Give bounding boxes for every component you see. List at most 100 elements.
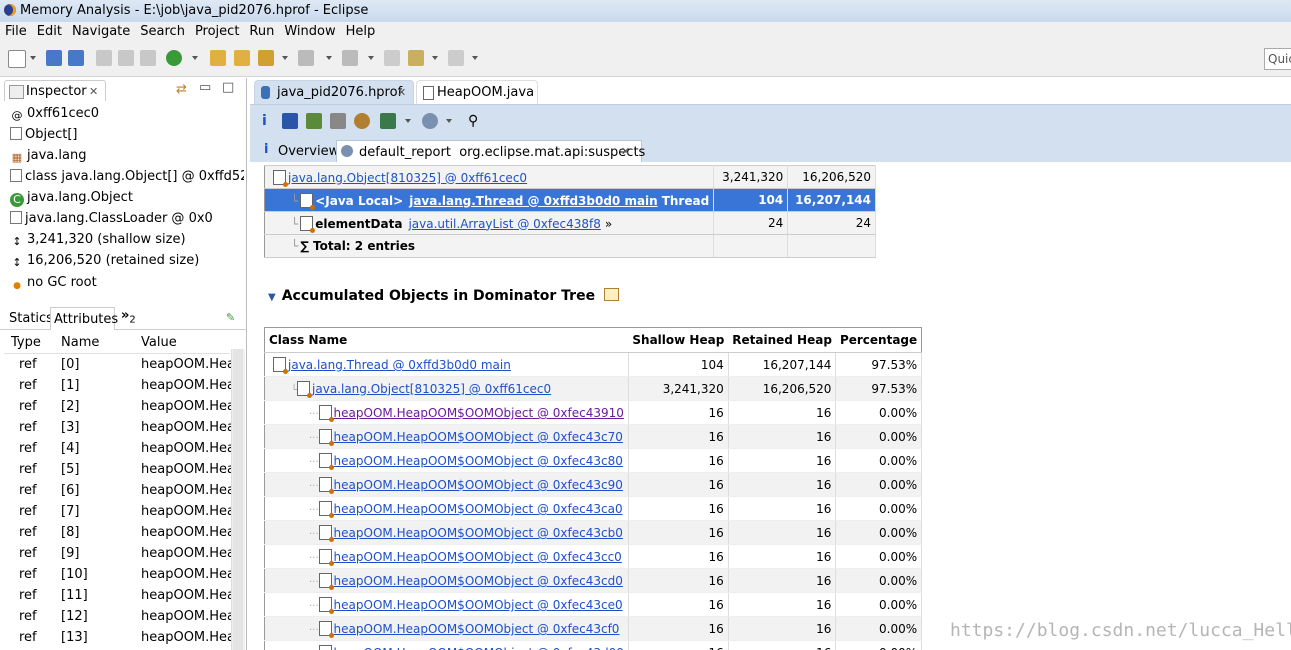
object-link[interactable]: java.lang.Thread @ 0xffd3b0d0 main xyxy=(409,194,657,208)
quick-access-input[interactable]: Quic xyxy=(1264,48,1291,70)
attributes-scrollbar[interactable] xyxy=(231,349,245,650)
attribute-row[interactable]: ref [4] heapOOM.Hea xyxy=(4,438,235,459)
close-icon[interactable]: ✕ xyxy=(89,85,98,98)
attribute-row[interactable]: ref [9] heapOOM.Hea xyxy=(4,543,235,564)
query-browser-icon[interactable] xyxy=(422,113,438,129)
close-icon[interactable]: ✕ xyxy=(621,145,630,158)
dominator-row[interactable]: ··· heapOOM.HeapOOM$OOMObject @ 0xfec43cf… xyxy=(264,616,923,641)
dominator-row[interactable]: └ java.lang.Object[810325] @ 0xff61cec0 3,… xyxy=(264,376,923,401)
tab-heapoom-java[interactable]: HeapOOM.java xyxy=(416,80,538,105)
oql-icon[interactable] xyxy=(330,113,346,129)
attribute-row[interactable]: ref [10] heapOOM.Hea xyxy=(4,564,235,585)
open-file-icon[interactable] xyxy=(234,50,250,66)
next-annotation-icon[interactable] xyxy=(298,50,314,66)
last-edit-icon[interactable] xyxy=(384,50,400,66)
dominator-row[interactable]: ··· heapOOM.HeapOOM$OOMObject @ 0xfec43c7… xyxy=(264,424,923,449)
save-icon[interactable] xyxy=(46,50,62,66)
more-tabs-icon[interactable]: »2 xyxy=(121,308,136,326)
annotation-dropdown-icon[interactable] xyxy=(326,56,332,60)
dominator-row[interactable]: ··· heapOOM.HeapOOM$OOMObject @ 0xfec43cd… xyxy=(264,568,923,593)
column-percentage[interactable]: Percentage xyxy=(835,327,922,353)
inspector-type-row[interactable]: Object[] xyxy=(10,127,244,147)
menu-edit[interactable]: Edit xyxy=(32,22,67,39)
save-all-icon[interactable] xyxy=(68,50,84,66)
minimize-icon[interactable]: ▭ xyxy=(199,80,211,95)
dominator-row[interactable]: ··· heapOOM.HeapOOM$OOMObject @ 0xfec43ce… xyxy=(264,592,923,617)
histogram-icon[interactable] xyxy=(282,113,298,129)
object-link[interactable]: heapOOM.HeapOOM$OOMObject @ 0xfec43c70 xyxy=(334,430,623,444)
attribute-row[interactable]: ref [6] heapOOM.Hea xyxy=(4,480,235,501)
inspector-address-row[interactable]: @0xff61cec0 xyxy=(10,106,244,126)
print-icon[interactable] xyxy=(96,50,112,66)
tool-dropdown-icon[interactable] xyxy=(282,56,288,60)
object-link[interactable]: heapOOM.HeapOOM$OOMObject @ 0xfec43cd0 xyxy=(334,574,623,588)
dominator-row[interactable]: ··· heapOOM.HeapOOM$OOMObject @ 0xfec43c9… xyxy=(264,472,923,497)
dominator-row[interactable]: ··· heapOOM.HeapOOM$OOMObject @ 0xfec43ca… xyxy=(264,496,923,521)
thread-overview-icon[interactable] xyxy=(354,113,370,129)
link-with-editor-icon[interactable]: ⇄ xyxy=(176,82,187,97)
scrollbar-thumb[interactable] xyxy=(233,349,243,650)
attribute-row[interactable]: ref [0] heapOOM.Hea xyxy=(4,354,235,375)
object-link[interactable]: heapOOM.HeapOOM$OOMObject @ 0xfec43910 xyxy=(334,406,624,420)
column-shallow-heap[interactable]: Shallow Heap xyxy=(628,327,729,353)
attribute-row[interactable]: ref [12] heapOOM.Hea xyxy=(4,606,235,627)
run-dropdown-icon[interactable] xyxy=(192,56,198,60)
prev-annotation-icon[interactable] xyxy=(342,50,358,66)
column-retained-heap[interactable]: Retained Heap xyxy=(728,327,836,353)
run-icon[interactable] xyxy=(166,50,182,66)
reference-row[interactable]: java.lang.Object[810325] @ 0xff61cec0 3,2… xyxy=(264,165,876,189)
menu-search[interactable]: Search xyxy=(135,22,190,39)
column-class-name[interactable]: Class Name xyxy=(264,327,629,353)
back-dropdown-icon[interactable] xyxy=(432,56,438,60)
new-dropdown-icon[interactable] xyxy=(30,56,36,60)
object-link[interactable]: heapOOM.HeapOOM$OOMObject @ 0xfec43cf0 xyxy=(334,622,620,636)
menu-help[interactable]: Help xyxy=(341,22,381,39)
object-link[interactable]: java.lang.Object[810325] @ 0xff61cec0 xyxy=(288,171,527,185)
attribute-row[interactable]: ref [13] heapOOM.Hea xyxy=(4,627,235,648)
menu-file[interactable]: File xyxy=(0,22,32,39)
search-icon[interactable]: ⚲ xyxy=(468,113,484,129)
inspector-class-row[interactable]: class java.lang.Object[] @ 0xffd525... xyxy=(10,169,244,189)
menu-window[interactable]: Window xyxy=(279,22,340,39)
info-icon[interactable]: i xyxy=(262,113,278,129)
object-link[interactable]: java.lang.Object[810325] @ 0xff61cec0 xyxy=(312,382,551,396)
object-link[interactable]: heapOOM.HeapOOM$OOMObject @ 0xfec43ca0 xyxy=(334,502,623,516)
object-link[interactable]: heapOOM.HeapOOM$OOMObject @ 0xfec43c90 xyxy=(334,478,623,492)
column-type[interactable]: Type xyxy=(11,335,41,350)
paste-icon[interactable] xyxy=(140,50,156,66)
dominator-row[interactable]: ··· heapOOM.HeapOOM$OOMObject @ 0xfec43cb… xyxy=(264,520,923,545)
tab-hprof[interactable]: java_pid2076.hprof ✕ xyxy=(254,80,414,105)
attribute-row[interactable]: ref [5] heapOOM.Hea xyxy=(4,459,235,480)
dominator-tree-icon[interactable] xyxy=(306,113,322,129)
query-dropdown-icon[interactable] xyxy=(446,119,452,123)
object-link[interactable]: heapOOM.HeapOOM$OOMObject @ 0xfec43cb0 xyxy=(334,526,623,540)
inspector-gcroot-row[interactable]: ● no GC root xyxy=(10,275,244,295)
dominator-row[interactable]: java.lang.Thread @ 0xffd3b0d0 main 104 16,… xyxy=(264,352,923,377)
inspector-tab[interactable]: Inspector ✕ xyxy=(4,80,106,101)
column-value[interactable]: Value xyxy=(141,335,177,350)
menu-navigate[interactable]: Navigate xyxy=(67,22,135,39)
report-dropdown-icon[interactable] xyxy=(405,119,411,123)
attribute-row[interactable]: ref [7] heapOOM.Hea xyxy=(4,501,235,522)
dominator-row[interactable]: ··· heapOOM.HeapOOM$OOMObject @ 0xfec43cc… xyxy=(264,544,923,569)
attribute-row[interactable]: ref [11] heapOOM.Hea xyxy=(4,585,235,606)
object-link[interactable]: heapOOM.HeapOOM$OOMObject @ 0xfec43c80 xyxy=(334,454,623,468)
reference-row[interactable]: └ elementData java.util.ArrayList @ 0xfec4… xyxy=(264,211,876,235)
back-icon[interactable] xyxy=(408,50,424,66)
copy-icon[interactable] xyxy=(118,50,134,66)
forward-dropdown-icon[interactable] xyxy=(472,56,478,60)
inspector-classloader-row[interactable]: java.lang.ClassLoader @ 0x0 xyxy=(10,211,244,231)
dominator-row[interactable]: ··· heapOOM.HeapOOM$OOMObject @ 0xfec43c8… xyxy=(264,448,923,473)
details-icon[interactable] xyxy=(603,288,619,301)
collapse-icon[interactable]: ▼ xyxy=(268,292,276,303)
pin-icon[interactable]: ✎ xyxy=(226,311,235,324)
new-icon[interactable] xyxy=(8,50,26,68)
open-folder-icon[interactable] xyxy=(210,50,226,66)
attribute-row[interactable]: ref [1] heapOOM.Hea xyxy=(4,375,235,396)
close-icon[interactable]: ✕ xyxy=(397,86,406,99)
attribute-row[interactable]: ref [2] heapOOM.Hea xyxy=(4,396,235,417)
tab-attributes[interactable]: Attributes xyxy=(50,307,118,330)
inspector-superclass-row[interactable]: Cjava.lang.Object xyxy=(10,190,244,210)
tab-overview[interactable]: i Overview xyxy=(256,140,339,162)
prev-annotation-dropdown-icon[interactable] xyxy=(368,56,374,60)
